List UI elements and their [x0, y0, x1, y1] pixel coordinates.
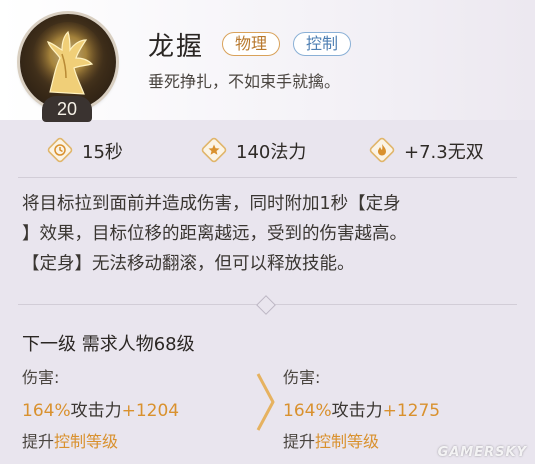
scaling-stat: 控制等级 [315, 432, 380, 451]
current-scaling: 提升控制等级 [22, 428, 118, 452]
description-line: 】效果，目标位移的距离越远，受到的伤害越高。 [22, 224, 407, 244]
next-level-title: 下一级 需求人物68级 [22, 334, 195, 355]
skill-description: 将目标拉到面前并造成伤害，同时附加1秒【定身 】效果，目标位移的距离越远，受到的… [22, 189, 512, 279]
chevron-right-icon [256, 373, 275, 431]
tag-physical: 物理 [222, 32, 281, 56]
next-scaling: 提升控制等级 [283, 428, 379, 452]
current-damage-value: 164%攻击力+1204 [22, 396, 179, 421]
description-line: 【定身】无法移动翻滚，但可以释放技能。 [22, 254, 355, 274]
scaling-prefix: 提升 [283, 432, 316, 451]
next-damage-value: 164%攻击力+1275 [283, 396, 440, 421]
divider [18, 177, 517, 178]
description-line: 将目标拉到面前并造成伤害，同时附加1秒【定身 [22, 194, 401, 214]
skill-subtitle: 垂死挣扎，不如束手就擒。 [148, 72, 341, 91]
damage-bonus: +1275 [382, 401, 441, 421]
skill-level-badge: 20 [42, 96, 92, 122]
damage-attack-label: 攻击力 [331, 401, 383, 421]
skill-name: 龙握 [148, 32, 205, 62]
scaling-prefix: 提升 [22, 432, 55, 451]
wushuang-value: +7.3无双 [404, 142, 484, 163]
next-damage-label: 伤害: [283, 368, 321, 387]
damage-percent: 164% [283, 401, 332, 421]
flame-icon [369, 137, 395, 163]
damage-attack-label: 攻击力 [70, 401, 122, 421]
divider-diamond-icon [256, 295, 276, 315]
star-icon [201, 137, 227, 163]
current-damage-label: 伤害: [22, 368, 60, 387]
scaling-stat: 控制等级 [54, 432, 119, 451]
clock-icon [47, 137, 73, 163]
damage-percent: 164% [22, 401, 71, 421]
skill-tooltip-card: 20 龙握 物理 控制 垂死挣扎，不如束手就擒。 15秒 140法力 +7.3无… [0, 0, 535, 464]
cooldown-value: 15秒 [82, 142, 123, 163]
damage-bonus: +1204 [121, 401, 180, 421]
watermark-logo: GAMERSKY [437, 445, 527, 460]
tag-control: 控制 [293, 32, 352, 56]
mana-cost-value: 140法力 [236, 142, 307, 163]
